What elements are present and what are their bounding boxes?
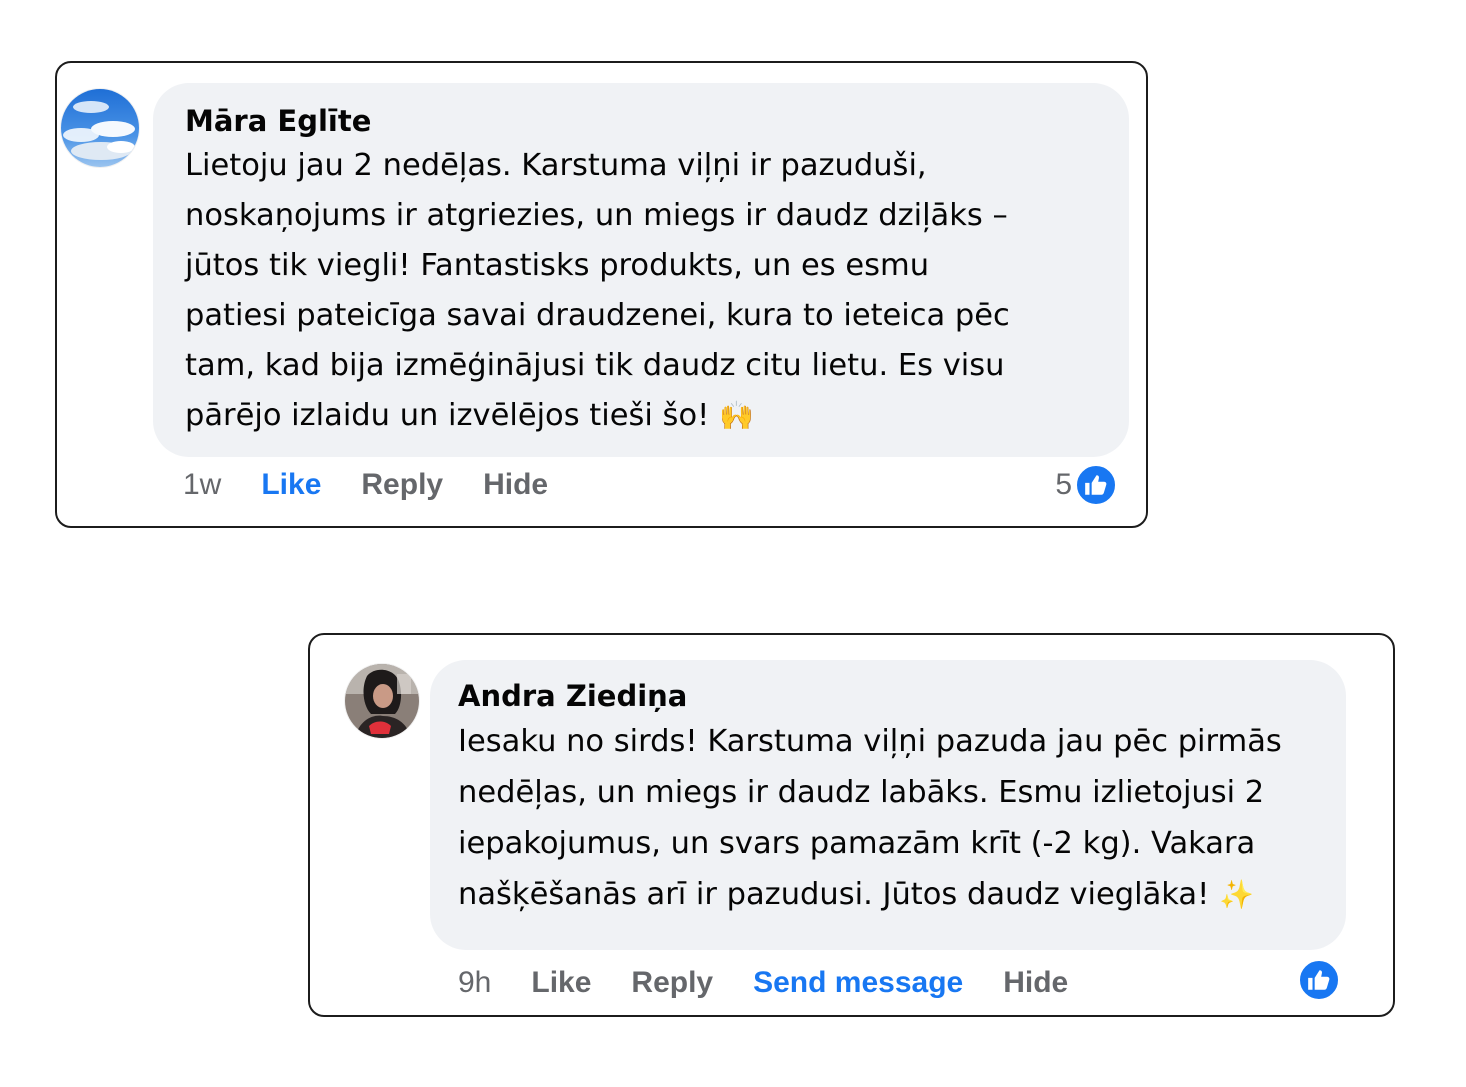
comment-line: jūtos tik viegli! Fantastisks produkts, …	[185, 248, 930, 283]
comment-actions: 9h Like Reply Send message Hide	[458, 963, 1108, 1003]
comment-line: nedēļas, un miegs ir daudz labāks. Esmu …	[458, 775, 1265, 810]
reply-button[interactable]: Reply	[361, 468, 443, 502]
comment-line: tam, kad bija izmēģinājusi tik daudz cit…	[185, 348, 1005, 383]
comment-line: Lietoju jau 2 nedēļas. Karstuma viļņi ir…	[185, 148, 927, 183]
comment-line: patiesi pateicīga savai draudzenei, kura…	[185, 298, 1010, 333]
user-avatar[interactable]	[61, 89, 139, 167]
comment-bubble: Andra Ziediņa Iesaku no sirds! Karstuma …	[430, 660, 1346, 950]
comment-card: Māra Eglīte Lietoju jau 2 nedēļas. Karst…	[55, 61, 1148, 528]
comment-actions: 1w Like Reply Hide	[183, 465, 588, 505]
comment-line: noskaņojums ir atgriezies, un miegs ir d…	[185, 198, 1008, 233]
sparkles-emoji-icon: ✨	[1219, 878, 1254, 911]
reaction-summary[interactable]	[1295, 957, 1341, 1003]
comment-timestamp[interactable]: 1w	[183, 468, 221, 502]
comment-text: Iesaku no sirds! Karstuma viļņi pazuda j…	[458, 716, 1318, 920]
comment-card: Andra Ziediņa Iesaku no sirds! Karstuma …	[308, 633, 1395, 1017]
comment-author[interactable]: Māra Eglīte	[185, 103, 1097, 139]
reaction-summary[interactable]: 5	[1055, 462, 1118, 508]
like-button[interactable]: Like	[261, 468, 321, 502]
hide-button[interactable]: Hide	[483, 468, 548, 502]
comment-line: Iesaku no sirds! Karstuma viļņi pazuda j…	[458, 724, 1282, 759]
comment-line: pārējo izlaidu un izvēlējos tieši šo! 🙌	[185, 398, 754, 433]
sky-clouds-avatar-icon	[61, 89, 139, 167]
comment-author[interactable]: Andra Ziediņa	[458, 678, 1318, 714]
user-avatar[interactable]	[345, 664, 419, 738]
comment-line: iepakojumus, un svars pamazām krīt (-2 k…	[458, 826, 1256, 861]
comment-bubble: Māra Eglīte Lietoju jau 2 nedēļas. Karst…	[153, 83, 1129, 457]
reply-button[interactable]: Reply	[631, 966, 713, 1000]
reaction-count: 5	[1055, 468, 1072, 501]
comment-line: našķēšanās arī ir pazudusi. Jūtos daudz …	[458, 877, 1254, 912]
raising-hands-emoji-icon: 🙌	[719, 399, 754, 432]
thumbs-up-icon	[1297, 958, 1341, 1002]
send-message-button[interactable]: Send message	[753, 966, 963, 1000]
hide-button[interactable]: Hide	[1003, 966, 1068, 1000]
comment-timestamp[interactable]: 9h	[458, 966, 491, 1000]
comment-text: Lietoju jau 2 nedēļas. Karstuma viļņi ir…	[185, 141, 1097, 441]
like-button[interactable]: Like	[531, 966, 591, 1000]
woman-portrait-avatar-icon	[345, 664, 419, 738]
thumbs-up-icon	[1074, 463, 1118, 507]
